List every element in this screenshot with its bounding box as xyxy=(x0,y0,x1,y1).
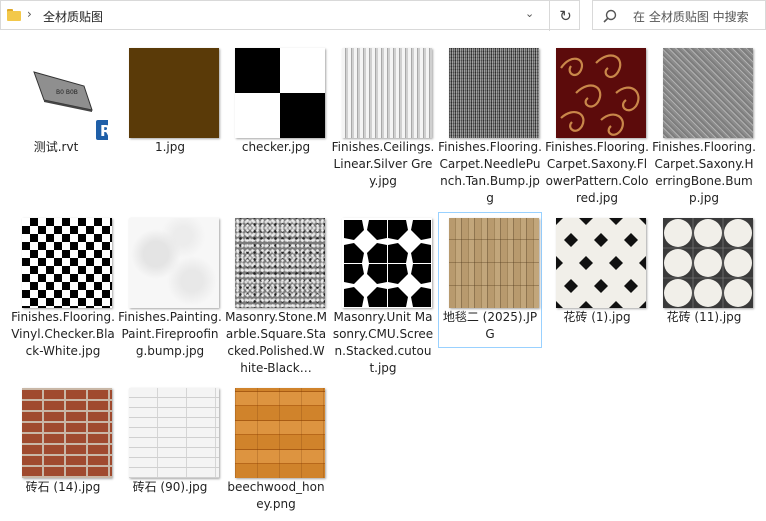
image-thumbnail xyxy=(235,48,325,138)
file-item[interactable]: 砖石 (14).jpg xyxy=(11,382,115,502)
image-thumbnail xyxy=(342,218,432,308)
file-item[interactable]: checker.jpg xyxy=(224,42,328,162)
image-thumbnail xyxy=(129,48,219,138)
file-item[interactable]: Finishes.Ceilings.Linear.Silver Grey.jpg xyxy=(331,42,435,202)
chevron-right-icon[interactable]: › xyxy=(27,7,32,21)
file-item-selected[interactable]: 地毯二 (2025).JPG xyxy=(438,212,542,348)
image-thumbnail xyxy=(235,388,325,478)
search-box[interactable]: 在 全材质贴图 中搜索 xyxy=(592,0,766,30)
search-placeholder: 在 全材质贴图 中搜索 xyxy=(633,10,749,24)
file-item[interactable]: 1.jpg xyxy=(118,42,222,162)
file-name: 花砖 (1).jpg xyxy=(563,310,631,324)
file-item[interactable]: 花砖 (11).jpg xyxy=(652,212,756,332)
image-thumbnail xyxy=(556,218,646,308)
chevron-down-icon[interactable]: ⌄ xyxy=(525,7,534,20)
top-bar: › 全材质贴图 ⌄ ↻ 在 全材质贴图 中搜索 xyxy=(0,0,766,32)
image-thumbnail xyxy=(342,48,432,138)
file-item[interactable]: Finishes.Painting.Paint.Fireproofing.bum… xyxy=(118,212,222,372)
file-name: 砖石 (14).jpg xyxy=(25,480,101,494)
file-name: Finishes.Flooring.Vinyl.Checker.Black-Wh… xyxy=(11,310,115,358)
file-name: Finishes.Flooring.Carpet.NeedlePunch.Tan… xyxy=(438,140,542,205)
image-thumbnail xyxy=(235,218,325,308)
image-thumbnail xyxy=(556,48,646,138)
image-thumbnail xyxy=(449,218,539,308)
file-name: Masonry.Stone.Marble.Square.Stacked.Poli… xyxy=(225,310,327,375)
image-thumbnail xyxy=(129,218,219,308)
file-name: 地毯二 (2025).JPG xyxy=(442,310,538,341)
breadcrumb-current-folder[interactable]: 全材质贴图 xyxy=(43,8,103,25)
file-name: 花砖 (11).jpg xyxy=(666,310,742,324)
address-bar[interactable]: › 全材质贴图 ⌄ ↻ xyxy=(0,0,581,31)
file-name: Finishes.Ceilings.Linear.Silver Grey.jpg xyxy=(331,140,435,188)
file-item[interactable]: Masonry.Stone.Marble.Square.Stacked.Poli… xyxy=(224,212,328,382)
file-item[interactable]: Finishes.Flooring.Carpet.Saxony.HerringB… xyxy=(652,42,756,212)
image-thumbnail xyxy=(663,218,753,308)
file-name: checker.jpg xyxy=(241,140,311,154)
file-name: Finishes.Flooring.Carpet.Saxony.FlowerPa… xyxy=(545,140,649,205)
file-name: Masonry.Unit Masonry.CMU.Screen.Stacked.… xyxy=(332,310,434,375)
file-item[interactable]: beechwood_honey.png xyxy=(224,382,328,518)
file-name: 测试.rvt xyxy=(33,140,79,154)
refresh-button[interactable]: ↻ xyxy=(549,1,581,31)
rvt-preview-text: B0 B0B xyxy=(56,89,78,96)
image-thumbnail xyxy=(449,48,539,138)
file-name: 砖石 (90).jpg xyxy=(132,480,208,494)
search-icon xyxy=(603,9,617,23)
file-item[interactable]: 砖石 (90).jpg xyxy=(118,382,222,502)
file-name: Finishes.Flooring.Carpet.Saxony.HerringB… xyxy=(652,140,756,205)
image-thumbnail xyxy=(22,218,112,308)
image-thumbnail xyxy=(129,388,219,478)
file-name: beechwood_honey.png xyxy=(227,480,325,511)
rvt-thumbnail: B0 B0B R xyxy=(4,42,116,142)
refresh-icon: ↻ xyxy=(559,7,572,25)
image-thumbnail xyxy=(22,388,112,478)
file-item[interactable]: Finishes.Flooring.Carpet.Saxony.FlowerPa… xyxy=(545,42,649,212)
file-name: 1.jpg xyxy=(154,140,186,154)
image-thumbnail xyxy=(663,48,753,138)
file-item[interactable]: B0 B0B R 测试.rvt xyxy=(4,42,116,162)
file-item[interactable]: Masonry.Unit Masonry.CMU.Screen.Stacked.… xyxy=(331,212,435,382)
folder-icon xyxy=(7,9,21,21)
file-item[interactable]: 花砖 (1).jpg xyxy=(545,212,649,332)
file-item[interactable]: Finishes.Flooring.Carpet.NeedlePunch.Tan… xyxy=(438,42,542,212)
file-name: Finishes.Painting.Paint.Fireproofing.bum… xyxy=(118,310,222,358)
svg-text:R: R xyxy=(100,122,108,140)
file-item[interactable]: Finishes.Flooring.Vinyl.Checker.Black-Wh… xyxy=(11,212,115,372)
